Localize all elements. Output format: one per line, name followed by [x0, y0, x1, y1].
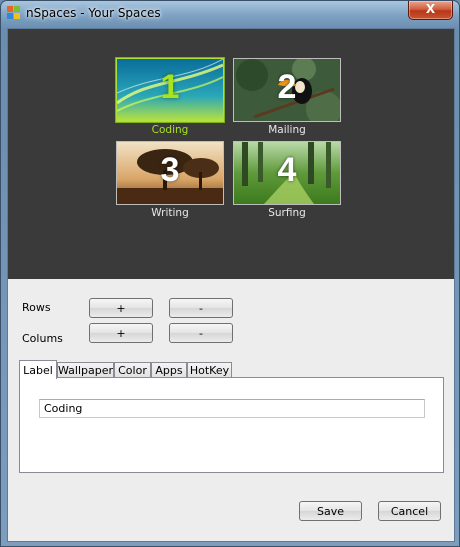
- columns-label: Colums: [22, 332, 63, 345]
- nspaces-window: nSpaces - Your Spaces X 1 Coding 2 Maili…: [0, 0, 460, 547]
- spaces-preview-panel: 1 Coding 2 Mailing 3 Writing 4 Surfing: [8, 29, 454, 279]
- save-button[interactable]: Save: [299, 501, 362, 521]
- remove-column-button[interactable]: -: [169, 323, 233, 343]
- add-row-button[interactable]: +: [89, 298, 153, 318]
- space-number-writing: 3: [160, 151, 180, 189]
- space-thumbnail-surfing[interactable]: 4 Surfing: [233, 141, 341, 219]
- title-bar[interactable]: nSpaces - Your Spaces X: [1, 1, 459, 27]
- space-thumbnail-writing[interactable]: 3 Writing: [116, 141, 224, 219]
- space-thumbnail-mailing[interactable]: 2 Mailing: [233, 58, 341, 136]
- close-button[interactable]: X: [408, 1, 453, 20]
- space-thumbnail-coding[interactable]: 1 Coding: [116, 58, 224, 136]
- tab-apps[interactable]: Apps: [151, 362, 187, 378]
- space-number-mailing: 2: [277, 68, 297, 106]
- tab-label[interactable]: Label: [19, 360, 57, 379]
- window-title: nSpaces - Your Spaces: [26, 6, 161, 20]
- nspaces-app-icon: [7, 6, 21, 20]
- remove-row-button[interactable]: -: [169, 298, 233, 318]
- window-client-area: 1 Coding 2 Mailing 3 Writing 4 Surfing R…: [7, 28, 455, 542]
- close-icon: X: [425, 2, 436, 16]
- space-number-surfing: 4: [277, 151, 297, 189]
- tab-color[interactable]: Color: [114, 362, 151, 378]
- cancel-button[interactable]: Cancel: [378, 501, 441, 521]
- rows-label: Rows: [22, 301, 51, 314]
- tab-wallpaper[interactable]: Wallpaper: [57, 362, 114, 378]
- label-tab-panel: Coding: [19, 377, 444, 473]
- space-number-coding: 1: [160, 68, 180, 106]
- add-column-button[interactable]: +: [89, 323, 153, 343]
- space-caption-mailing: Mailing: [268, 124, 306, 136]
- tab-hotkey[interactable]: HotKey: [187, 362, 232, 378]
- space-label-input[interactable]: Coding: [39, 399, 425, 418]
- space-caption-surfing: Surfing: [268, 207, 306, 219]
